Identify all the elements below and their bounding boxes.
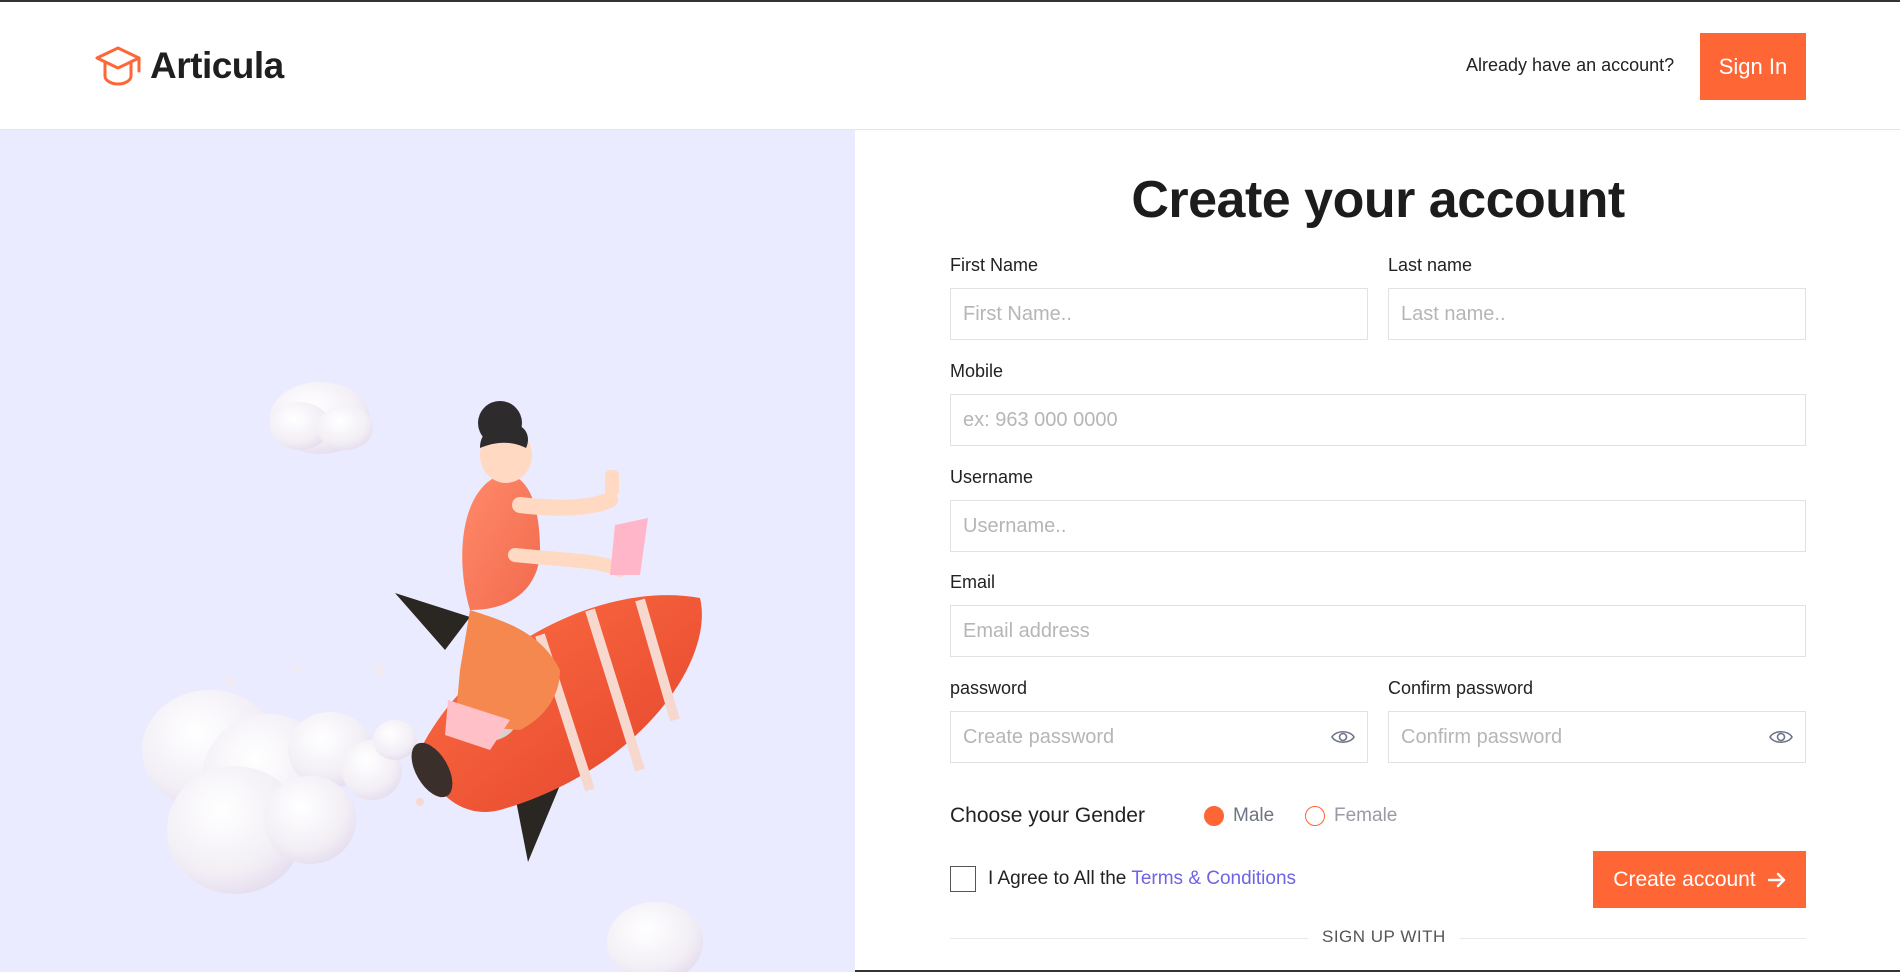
first-name-field[interactable] (950, 288, 1368, 340)
gender-option-label: Male (1233, 805, 1275, 826)
username-input[interactable] (963, 514, 1793, 538)
radio-unselected-icon[interactable] (1305, 806, 1325, 826)
eye-icon[interactable] (1331, 728, 1355, 746)
create-account-label: Create account (1613, 867, 1756, 891)
sign-in-button[interactable]: Sign In (1700, 33, 1806, 100)
page-title: Create your account (1131, 171, 1625, 229)
eye-icon[interactable] (1769, 728, 1793, 746)
first-name-label: First Name (950, 255, 1039, 275)
arrow-right-icon (1767, 872, 1785, 887)
email-input[interactable] (963, 619, 1793, 643)
mobile-field[interactable] (950, 394, 1806, 446)
password-field[interactable] (950, 711, 1368, 763)
top-header: Articula Already have an account? Sign I… (0, 2, 1900, 130)
last-name-label: Last name (1388, 255, 1473, 275)
brand-logo[interactable]: Articula (94, 44, 284, 88)
confirm-password-field[interactable] (1388, 711, 1806, 763)
password-input[interactable] (963, 725, 1331, 749)
agree-text: I Agree to All the (988, 868, 1127, 889)
mobile-input[interactable] (963, 408, 1793, 432)
email-field[interactable] (950, 605, 1806, 657)
have-account-text: Already have an account? (1466, 55, 1675, 75)
cloud-smoke (142, 664, 424, 894)
mobile-label: Mobile (950, 361, 1004, 381)
gender-label: Choose your Gender (950, 804, 1145, 827)
signup-with-label: SIGN UP WITH (1308, 927, 1460, 947)
last-name-input[interactable] (1401, 302, 1793, 326)
gender-option-label: Female (1334, 805, 1398, 826)
last-name-field[interactable] (1388, 288, 1806, 340)
password-label: password (950, 678, 1028, 698)
terms-link[interactable]: Terms & Conditions (1131, 868, 1296, 889)
gender-radio-male[interactable]: Male (1204, 805, 1274, 827)
username-field[interactable] (950, 500, 1806, 552)
rocket (395, 593, 702, 862)
graduation-cap-icon (95, 46, 141, 86)
email-label: Email (950, 572, 996, 592)
agree-checkbox[interactable] (950, 866, 976, 892)
cloud-top (270, 382, 373, 454)
confirm-password-input[interactable] (1401, 725, 1769, 749)
terms-agreement: I Agree to All the Terms & Conditions (950, 866, 1296, 892)
confirm-password-label: Confirm password (1388, 678, 1534, 698)
gender-radio-female[interactable]: Female (1305, 805, 1397, 827)
hero-illustration (0, 130, 855, 972)
rocket-rider-illustration (142, 382, 703, 972)
create-account-button[interactable]: Create account (1593, 851, 1806, 908)
username-label: Username (950, 467, 1034, 487)
radio-selected-icon[interactable] (1204, 806, 1224, 826)
brand-name: Articula (150, 45, 284, 86)
first-name-input[interactable] (963, 302, 1355, 326)
cloud-bottom-right (607, 902, 703, 972)
